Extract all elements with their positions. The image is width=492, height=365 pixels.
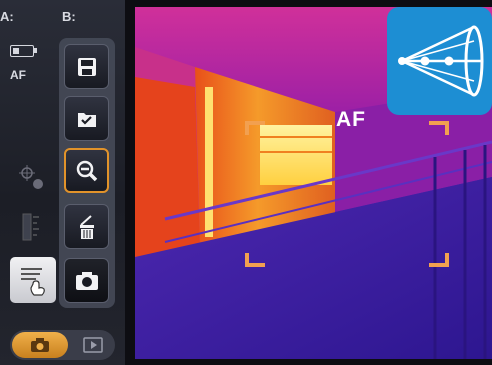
open-folder-button[interactable] [64,96,109,141]
mode-switch [10,330,115,360]
function-menu [59,38,115,308]
save-button[interactable] [64,44,109,89]
folder-check-icon [77,112,96,127]
save-icon [77,57,96,76]
zoom-out-button[interactable] [64,148,109,193]
spot-meter-button[interactable] [12,158,52,198]
zoom-out-icon [76,160,97,181]
ruler-icon [22,213,39,241]
camera-icon [31,338,49,352]
delete-button[interactable] [64,204,109,249]
camera-icon [75,271,98,290]
menu-touch-icon [21,268,45,296]
column-b-label: B: [62,9,76,24]
photo-mode-button[interactable] [12,332,68,358]
device-side-panel: A: B: AF [0,0,125,365]
capture-button[interactable] [64,258,109,303]
af-status-label: AF [10,68,26,82]
optics-logo-icon [398,25,484,97]
brand-logo [387,7,492,115]
scale-button[interactable] [12,207,52,247]
play-icon [83,337,103,353]
playback-mode-button[interactable] [76,332,110,358]
delete-edit-icon [79,214,94,239]
column-a-label: A: [0,9,14,24]
autofocus-label: AF [336,108,366,131]
battery-icon [10,45,37,57]
crosshair-icon [19,165,43,189]
touch-menu-button[interactable] [10,257,56,303]
